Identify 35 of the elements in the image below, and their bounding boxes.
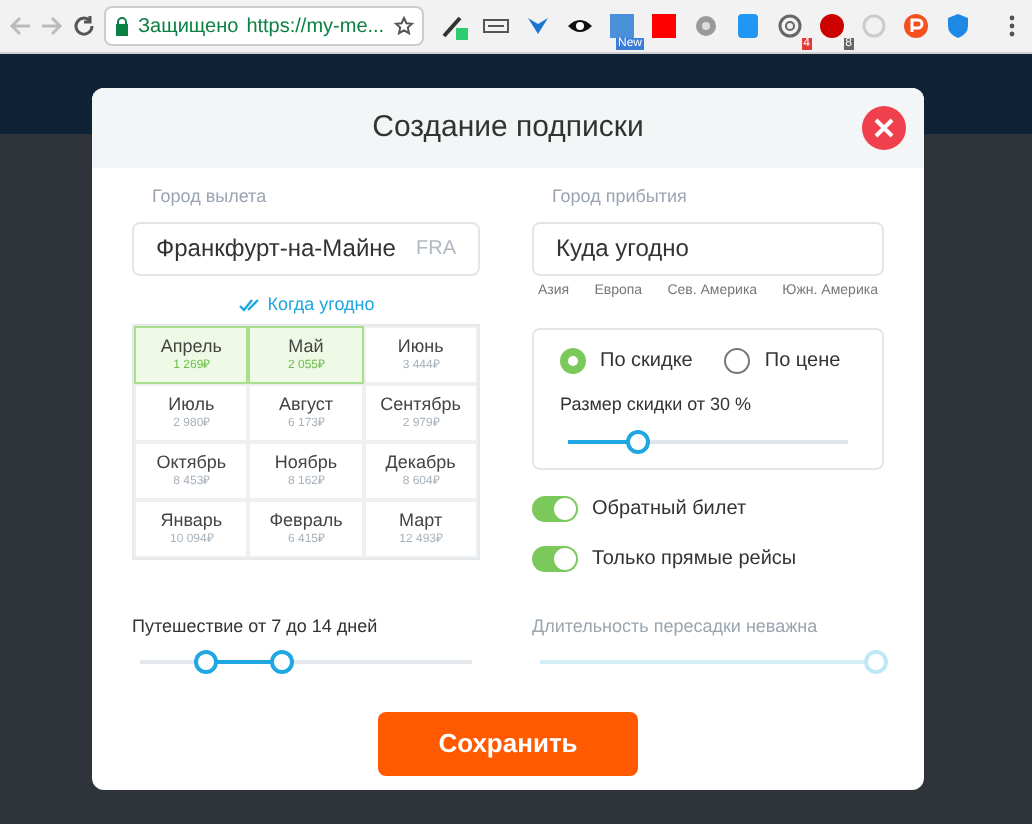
city-field[interactable]: Франкфурт-на-Майне FRA bbox=[132, 221, 480, 275]
slider-label: Путешествие от 7 до 14 дней bbox=[132, 614, 380, 640]
pen-icon[interactable] bbox=[440, 12, 468, 40]
radio-button[interactable] bbox=[724, 348, 751, 374]
radio-button[interactable] bbox=[560, 348, 586, 374]
toggle-label: Только прямые рейсы bbox=[592, 546, 797, 574]
slider-thumb[interactable] bbox=[194, 649, 219, 673]
double-check-icon bbox=[237, 297, 262, 312]
square-icon[interactable] bbox=[650, 12, 678, 40]
toggle-switch[interactable] bbox=[532, 546, 578, 572]
url-text: https://my-me... bbox=[246, 13, 385, 41]
field-label: Город прибытия bbox=[550, 184, 689, 210]
lock-icon bbox=[114, 16, 130, 36]
star-icon[interactable] bbox=[394, 16, 414, 36]
slider-label: Длительность пересадки неважна bbox=[532, 614, 820, 640]
p-icon[interactable] bbox=[902, 12, 930, 40]
toggle-switch[interactable] bbox=[532, 496, 578, 522]
close-button[interactable] bbox=[862, 106, 906, 150]
slider-label: Размер скидки от 30 % bbox=[560, 392, 754, 418]
shield-icon[interactable] bbox=[944, 12, 972, 40]
toggle-label: Обратный билет bbox=[592, 496, 747, 524]
radio-label: По цене bbox=[764, 348, 841, 376]
airport-code: FRA bbox=[416, 235, 456, 263]
close-icon bbox=[874, 118, 894, 138]
address-bar[interactable]: Защищено https://my-me... bbox=[104, 6, 424, 46]
radio-label: По скидке bbox=[600, 348, 693, 376]
reload-icon[interactable] bbox=[72, 14, 96, 38]
gear-icon[interactable] bbox=[692, 12, 720, 40]
slider-thumb[interactable] bbox=[626, 429, 650, 453]
security-label: Защищено bbox=[138, 13, 239, 41]
menu-icon[interactable] bbox=[1008, 14, 1016, 38]
field-label: Город вылета bbox=[150, 184, 269, 210]
city-field[interactable]: Куда угодно bbox=[532, 221, 884, 275]
slider-thumb[interactable] bbox=[270, 649, 295, 673]
dialog-title: Создание подписки bbox=[372, 107, 644, 148]
